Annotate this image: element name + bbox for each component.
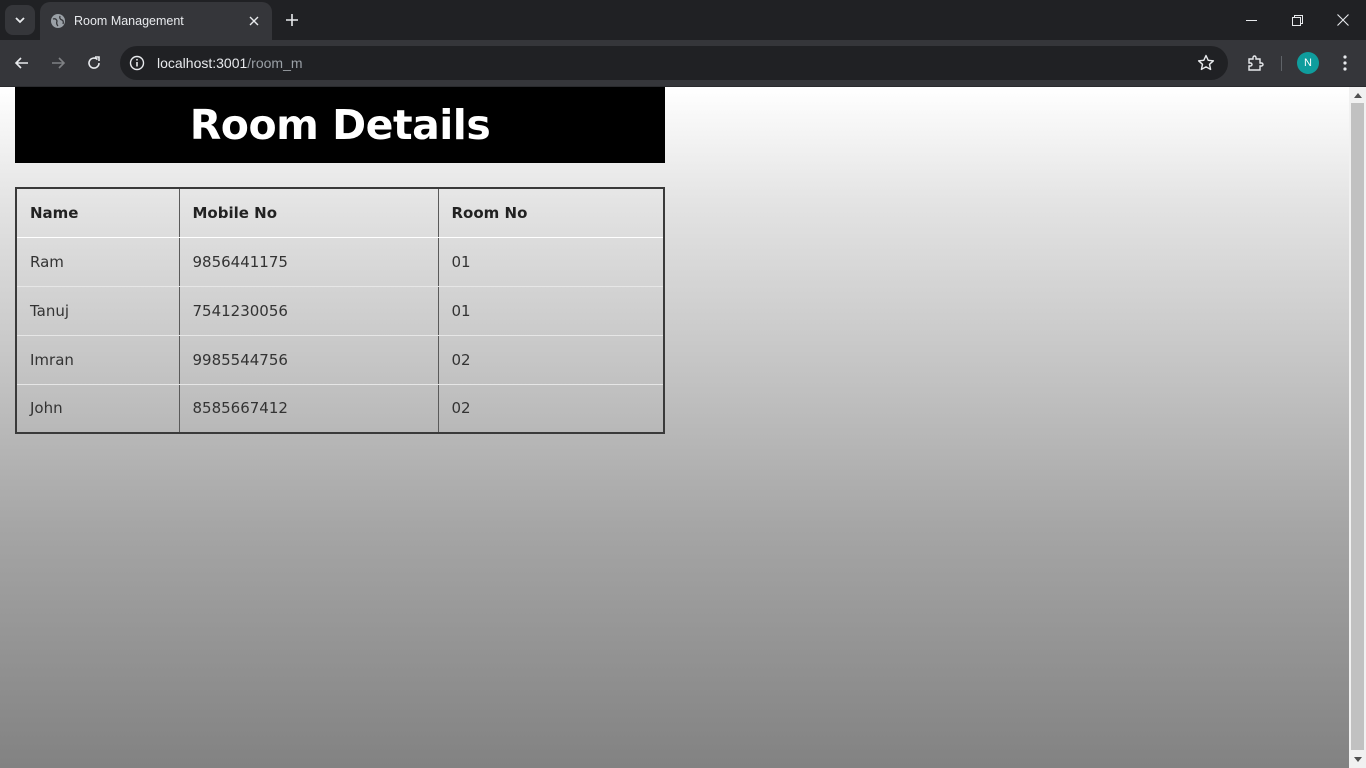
tab-title: Room Management	[74, 14, 184, 28]
url-text: localhost:3001/room_m	[157, 55, 303, 71]
column-header-mobile: Mobile No	[179, 188, 439, 238]
address-bar[interactable]: localhost:3001/room_m	[120, 46, 1228, 80]
page-title: Room Details	[189, 101, 491, 149]
tab-strip: Room Management	[0, 0, 1366, 40]
back-arrow-icon	[14, 57, 28, 69]
extensions-button[interactable]	[1240, 48, 1270, 78]
table-header-row: Name Mobile No Room No	[16, 188, 664, 238]
browser-toolbar: localhost:3001/room_m	[0, 40, 1366, 87]
url-path: /room_m	[247, 55, 303, 71]
window-close-button[interactable]	[1320, 0, 1366, 40]
reload-button[interactable]	[79, 48, 109, 78]
reload-icon	[88, 56, 100, 69]
tab-search-icon	[15, 17, 25, 24]
profile-avatar[interactable]: N	[1297, 52, 1319, 74]
table-row: Ram 9856441175 01	[16, 237, 664, 287]
globe-icon	[50, 13, 66, 29]
restore-icon	[1291, 14, 1303, 26]
cell-mobile: 7541230056	[179, 286, 439, 336]
room-details-table: Name Mobile No Room No Ram 9856441175 01…	[15, 187, 665, 434]
minimize-button[interactable]	[1228, 0, 1274, 40]
new-tab-button[interactable]	[280, 8, 304, 32]
page-header: Room Details	[15, 87, 665, 163]
table-row: John 8585667412 02	[16, 384, 664, 433]
column-header-name: Name	[16, 188, 180, 238]
url-host: localhost:3001	[157, 55, 248, 71]
site-info-icon[interactable]	[122, 48, 152, 78]
kebab-menu-icon	[1343, 55, 1347, 71]
cell-room: 02	[438, 335, 664, 385]
plus-icon	[286, 14, 298, 26]
tab-search-button[interactable]	[5, 5, 35, 35]
vertical-scrollbar[interactable]	[1349, 87, 1366, 768]
star-icon[interactable]	[1194, 51, 1218, 75]
page-viewport: Room Details Name Mobile No Room No Ram …	[0, 87, 1349, 768]
scroll-down-arrow-icon[interactable]	[1353, 755, 1362, 764]
minimize-icon	[1245, 19, 1257, 21]
cell-mobile: 9985544756	[179, 335, 439, 385]
cell-room: 02	[451, 399, 471, 418]
scrollbar-thumb[interactable]	[1351, 103, 1364, 750]
cell-name: Ram	[16, 237, 180, 287]
cell-name: Tanuj	[16, 286, 180, 336]
active-tab[interactable]: Room Management	[40, 2, 272, 40]
puzzle-icon	[1248, 55, 1264, 71]
cell-name: John	[16, 384, 180, 433]
cell-name: Imran	[16, 335, 180, 385]
table-row: Tanuj 7541230056 01	[16, 286, 664, 336]
close-icon[interactable]	[244, 11, 264, 31]
back-button[interactable]	[7, 48, 37, 78]
column-header-room: Room No	[438, 188, 664, 238]
toolbar-divider	[1281, 56, 1282, 71]
window-close-icon	[1337, 14, 1349, 26]
browser-menu-button[interactable]	[1330, 48, 1360, 78]
restore-button[interactable]	[1274, 0, 1320, 40]
cell-mobile: 9856441175	[179, 237, 439, 287]
forward-arrow-icon	[52, 57, 66, 69]
forward-button[interactable]	[43, 48, 73, 78]
cell-mobile: 8585667412	[179, 384, 439, 433]
cell-room: 01	[438, 237, 664, 287]
cell-room: 01	[438, 286, 664, 336]
table-row: Imran 9985544756 02	[16, 335, 664, 385]
scroll-up-arrow-icon[interactable]	[1353, 91, 1362, 100]
